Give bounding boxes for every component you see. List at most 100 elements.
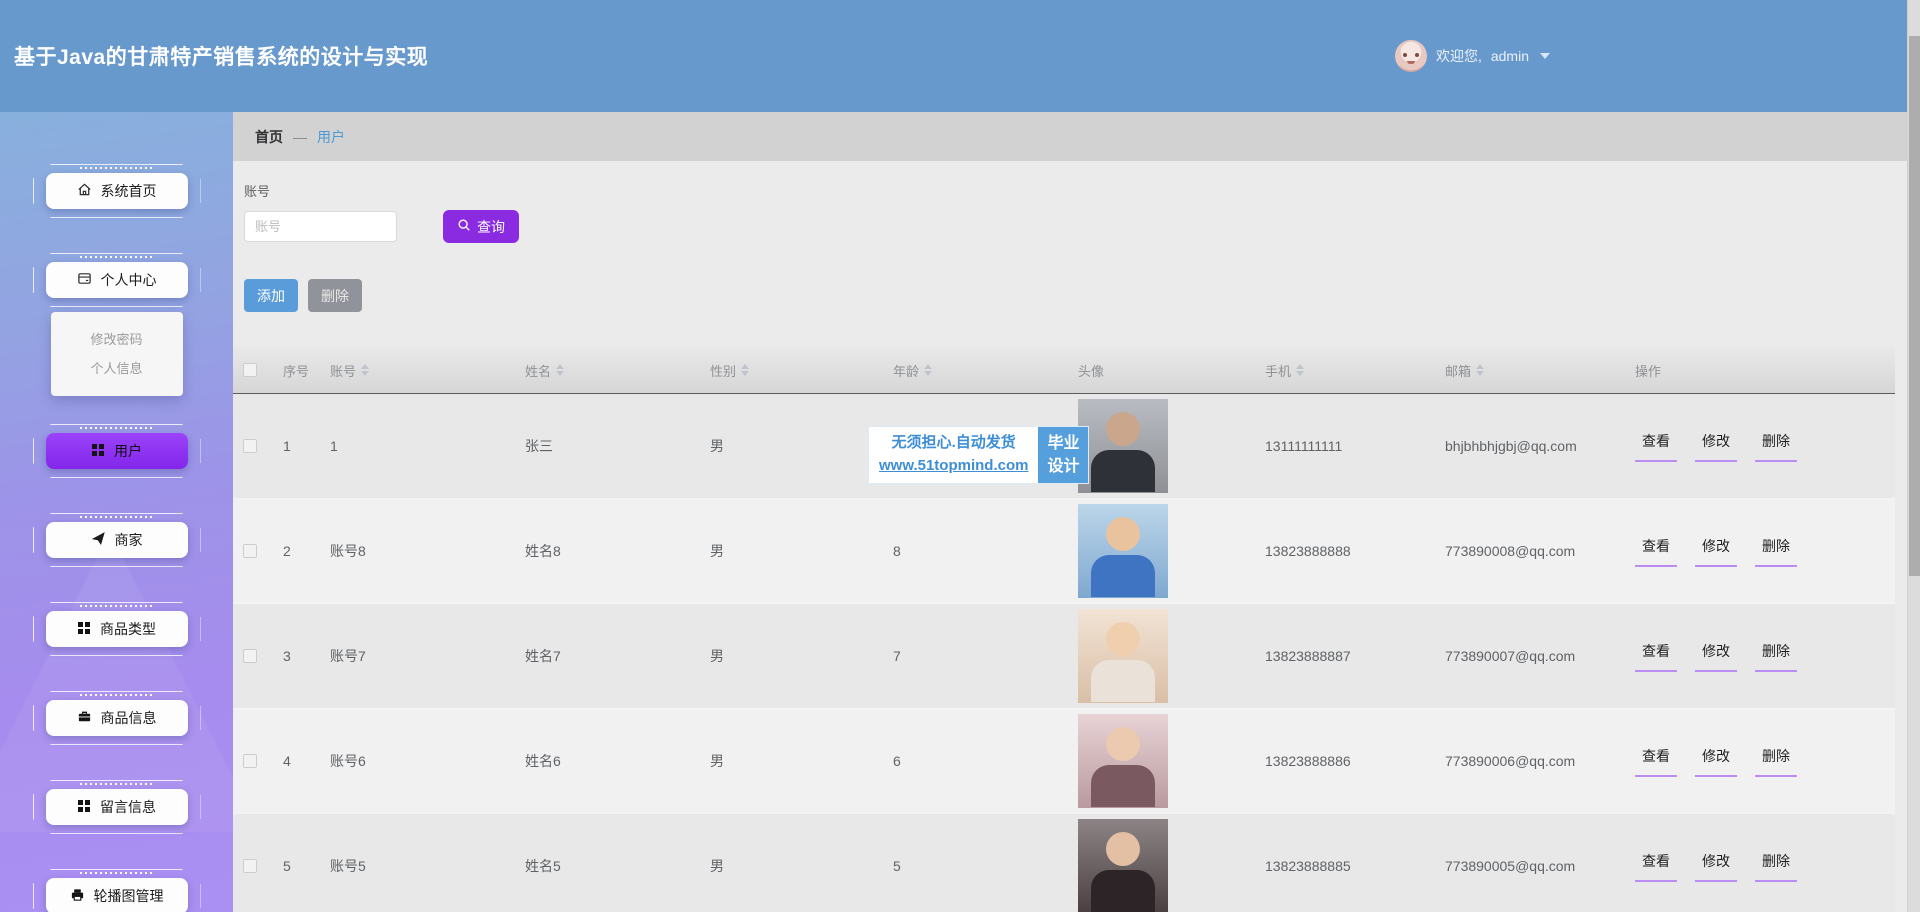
vertical-scrollbar[interactable] xyxy=(1907,0,1920,912)
account-search-input[interactable] xyxy=(244,211,397,242)
cell-account: 账号5 xyxy=(320,814,515,912)
col-gender[interactable]: 性别 xyxy=(700,347,883,393)
cell-phone: 13823888886 xyxy=(1255,709,1435,813)
home-icon xyxy=(77,182,92,200)
sidebar-item-home[interactable]: 系统首页 xyxy=(46,173,188,209)
cell-phone: 13111111111 xyxy=(1255,394,1435,498)
submenu-item-personal-info[interactable]: 个人信息 xyxy=(51,354,183,383)
sidebar-item-merchants[interactable]: 商家 xyxy=(46,522,188,558)
edit-link[interactable]: 修改 xyxy=(1695,851,1737,882)
grid-icon xyxy=(77,799,91,816)
table-row: 5 账号5 姓名5 男 5 13823888885 773890005@qq.c… xyxy=(233,814,1895,912)
cell-age: 6 xyxy=(883,709,1068,813)
cell-gender: 男 xyxy=(700,604,883,708)
table-header-row: 序号 账号 姓名 性别 年龄 头像 手机 邮箱 操作 xyxy=(233,347,1895,394)
sidebar: 系统首页 个人中心 修改密码 个人信息 用户 xyxy=(0,112,233,912)
welcome-text: 欢迎您, xyxy=(1436,46,1482,66)
search-section: 账号 查询 xyxy=(233,161,1908,243)
cell-name: 张三 xyxy=(515,394,700,498)
breadcrumb-home[interactable]: 首页 xyxy=(255,127,283,147)
user-photo xyxy=(1078,399,1168,493)
view-link[interactable]: 查看 xyxy=(1635,431,1677,462)
send-icon xyxy=(91,531,106,549)
cell-phone: 13823888887 xyxy=(1255,604,1435,708)
chevron-down-icon[interactable] xyxy=(1540,53,1550,59)
delete-link[interactable]: 删除 xyxy=(1755,851,1797,882)
col-index[interactable]: 序号 xyxy=(273,347,320,393)
col-phone[interactable]: 手机 xyxy=(1255,347,1435,393)
sort-icon[interactable] xyxy=(556,364,564,376)
view-link[interactable]: 查看 xyxy=(1635,536,1677,567)
sidebar-item-product-info[interactable]: 商品信息 xyxy=(46,700,188,736)
cell-index: 1 xyxy=(273,394,320,498)
cell-age: 7 xyxy=(883,604,1068,708)
sort-icon[interactable] xyxy=(361,364,369,376)
cell-age: 8 xyxy=(883,499,1068,603)
printer-icon xyxy=(70,887,85,905)
sidebar-item-carousel[interactable]: 轮播图管理 xyxy=(46,878,188,912)
delete-link[interactable]: 删除 xyxy=(1755,641,1797,672)
cell-email: bhjbhbhjgbj@qq.com xyxy=(1435,394,1625,498)
row-checkbox[interactable] xyxy=(243,544,257,558)
top-header-bar: 基于Java的甘肃特产销售系统的设计与实现 欢迎您, admin xyxy=(0,0,1920,112)
col-actions: 操作 xyxy=(1625,347,1895,393)
row-checkbox[interactable] xyxy=(243,649,257,663)
grid-icon xyxy=(91,443,105,460)
col-age[interactable]: 年龄 xyxy=(883,347,1068,393)
col-email[interactable]: 邮箱 xyxy=(1435,347,1625,393)
scrollbar-thumb[interactable] xyxy=(1909,36,1920,576)
sidebar-item-messages[interactable]: 留言信息 xyxy=(46,789,188,825)
delete-link[interactable]: 删除 xyxy=(1755,536,1797,567)
sidebar-item-label: 用户 xyxy=(114,441,142,461)
select-all-checkbox[interactable] xyxy=(243,363,257,377)
delete-link[interactable]: 删除 xyxy=(1755,431,1797,462)
user-photo xyxy=(1078,819,1168,912)
watermark-badge-text: 设计 xyxy=(1047,455,1079,478)
sort-icon[interactable] xyxy=(1296,364,1304,376)
watermark-badge-text: 毕业 xyxy=(1047,432,1079,455)
sidebar-item-product-types[interactable]: 商品类型 xyxy=(46,611,188,647)
sidebar-item-label: 系统首页 xyxy=(101,181,157,201)
add-button[interactable]: 添加 xyxy=(244,279,298,312)
view-link[interactable]: 查看 xyxy=(1635,746,1677,777)
edit-link[interactable]: 修改 xyxy=(1695,641,1737,672)
delete-button[interactable]: 删除 xyxy=(308,279,362,312)
breadcrumb-current[interactable]: 用户 xyxy=(317,127,345,147)
breadcrumb: 首页 — 用户 xyxy=(233,112,1908,161)
row-checkbox[interactable] xyxy=(243,439,257,453)
page-title: 基于Java的甘肃特产销售系统的设计与实现 xyxy=(14,41,428,71)
sort-icon[interactable] xyxy=(1476,364,1484,376)
user-avatar[interactable] xyxy=(1395,40,1427,72)
sort-icon[interactable] xyxy=(924,364,932,376)
sidebar-item-personal-center[interactable]: 个人中心 xyxy=(46,262,188,298)
row-checkbox[interactable] xyxy=(243,859,257,873)
row-checkbox[interactable] xyxy=(243,754,257,768)
sidebar-item-users[interactable]: 用户 xyxy=(46,433,188,469)
sidebar-item-label: 商家 xyxy=(115,530,143,550)
username-text: admin xyxy=(1491,48,1529,64)
cell-index: 5 xyxy=(273,814,320,912)
user-menu[interactable]: 欢迎您, admin xyxy=(1395,40,1550,72)
cell-account: 账号7 xyxy=(320,604,515,708)
table-row: 3 账号7 姓名7 男 7 13823888887 773890007@qq.c… xyxy=(233,604,1895,709)
edit-link[interactable]: 修改 xyxy=(1695,536,1737,567)
user-photo xyxy=(1078,609,1168,703)
cell-phone: 13823888888 xyxy=(1255,499,1435,603)
sidebar-item-label: 商品信息 xyxy=(101,708,157,728)
cell-name: 姓名7 xyxy=(515,604,700,708)
query-button[interactable]: 查询 xyxy=(443,210,519,243)
search-icon xyxy=(457,218,471,235)
view-link[interactable]: 查看 xyxy=(1635,641,1677,672)
col-account[interactable]: 账号 xyxy=(320,347,515,393)
edit-link[interactable]: 修改 xyxy=(1695,431,1737,462)
delete-link[interactable]: 删除 xyxy=(1755,746,1797,777)
cell-index: 3 xyxy=(273,604,320,708)
col-name[interactable]: 姓名 xyxy=(515,347,700,393)
breadcrumb-separator: — xyxy=(293,129,307,145)
submenu-item-change-password[interactable]: 修改密码 xyxy=(51,325,183,354)
cell-gender: 男 xyxy=(700,814,883,912)
sort-icon[interactable] xyxy=(741,364,749,376)
view-link[interactable]: 查看 xyxy=(1635,851,1677,882)
cell-index: 4 xyxy=(273,709,320,813)
edit-link[interactable]: 修改 xyxy=(1695,746,1737,777)
